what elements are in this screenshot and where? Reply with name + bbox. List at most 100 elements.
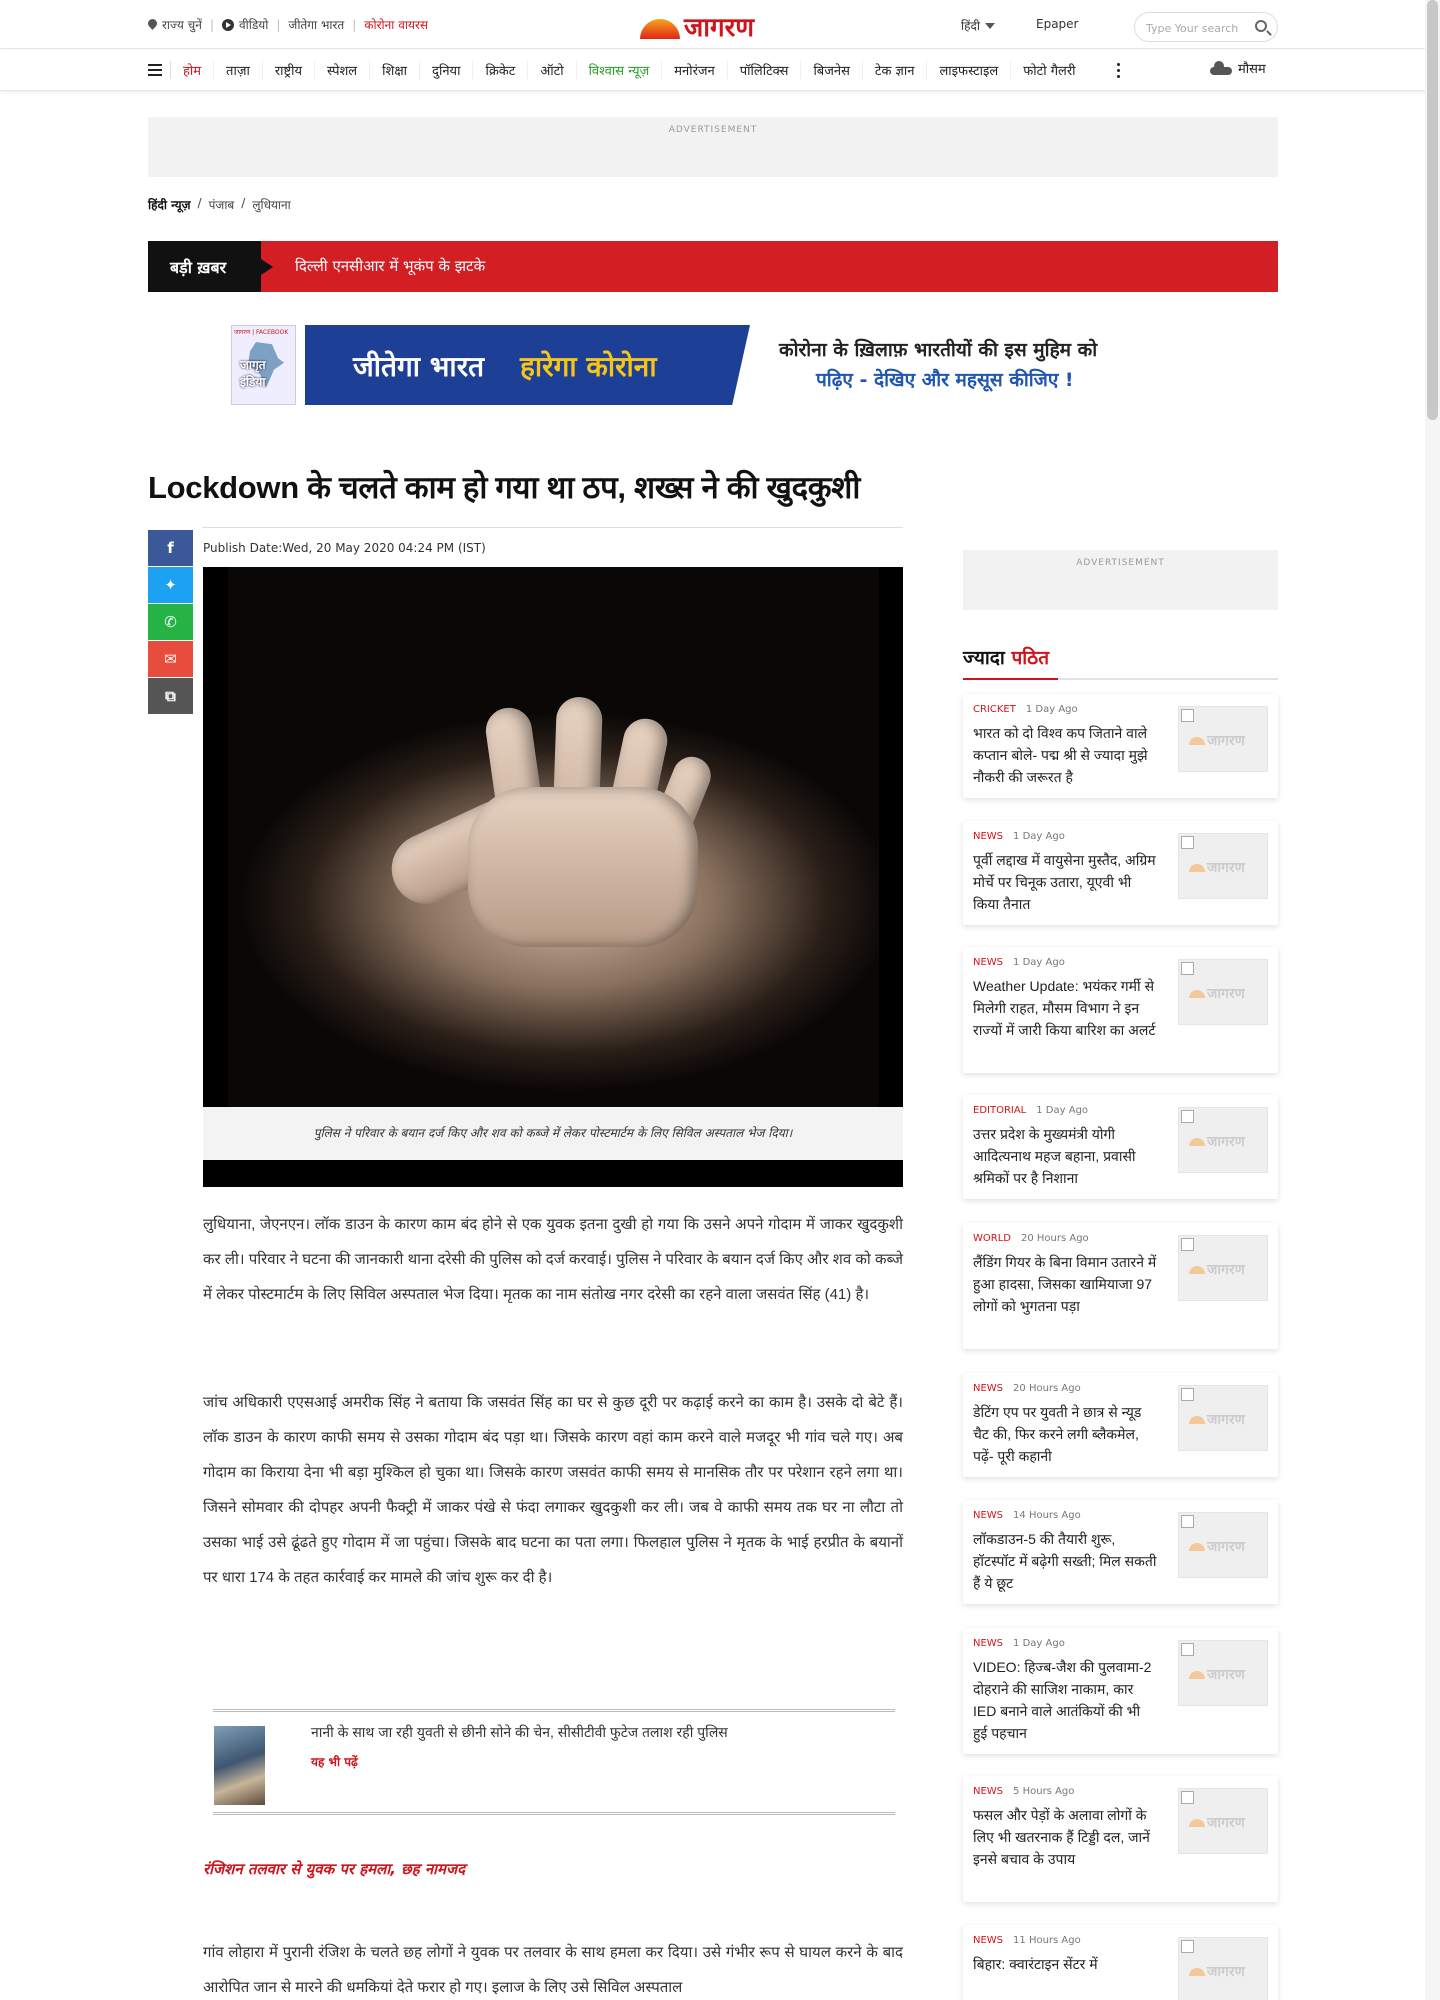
jagran-logo-icon: जागरण bbox=[1189, 858, 1245, 877]
most-read-heading: ज्यादा पठित bbox=[963, 644, 1278, 680]
card-headline[interactable]: उत्तर प्रदेश के मुख्यमंत्री योगी आदित्यन… bbox=[973, 1123, 1158, 1189]
image-placeholder-icon bbox=[1181, 1643, 1194, 1656]
hand-shape bbox=[348, 667, 748, 967]
divider: | bbox=[352, 17, 357, 32]
nav-item-lifestyle[interactable]: लाइफस्टाइल bbox=[926, 61, 1010, 79]
corona-virus-link[interactable]: कोरोना वायरस bbox=[364, 16, 428, 33]
card-headline[interactable]: पूर्वी लद्दाख में वायुसेना मुस्तैद, अग्र… bbox=[973, 849, 1158, 915]
also-read-thumbnail bbox=[214, 1726, 265, 1805]
also-read-box[interactable]: नानी के साथ जा रही युवती से छीनी सोने की… bbox=[213, 1709, 895, 1815]
video-link[interactable]: वीडियो bbox=[221, 16, 268, 33]
card-headline[interactable]: बिहार: क्वारंटाइन सेंटर में bbox=[973, 1953, 1158, 1975]
card-time: 14 Hours Ago bbox=[1013, 1510, 1081, 1521]
caption-bar bbox=[203, 1160, 903, 1187]
nav-item-photo-gallery[interactable]: फोटो गैलरी bbox=[1010, 61, 1087, 79]
nav-item-vishvas-news[interactable]: विश्वास न्यूज़ bbox=[575, 61, 662, 79]
facebook-share-button[interactable]: f bbox=[148, 530, 193, 566]
advertisement-sidebar: ADVERTISEMENT bbox=[963, 550, 1278, 610]
card-meta: NEWS 1 Day Ago bbox=[973, 1638, 1065, 1649]
nav-item-auto[interactable]: ऑटो bbox=[527, 61, 575, 79]
scrollbar[interactable] bbox=[1425, 0, 1440, 2000]
image-placeholder-icon bbox=[1181, 1388, 1194, 1401]
state-select-link[interactable]: राज्य चुनें bbox=[148, 16, 202, 33]
card-headline[interactable]: डेटिंग एप पर युवती ने छात्र से न्यूड चैट… bbox=[973, 1401, 1158, 1467]
jagran-logo-icon: जागरण bbox=[1189, 1132, 1245, 1151]
nav-item-education[interactable]: शिक्षा bbox=[369, 61, 419, 79]
card-time: 11 Hours Ago bbox=[1013, 1935, 1081, 1946]
card-category: WORLD bbox=[973, 1233, 1011, 1244]
breadcrumb-home[interactable]: हिंदी न्यूज़ bbox=[148, 196, 191, 213]
nav-item-national[interactable]: राष्ट्रीय bbox=[261, 61, 314, 79]
image-placeholder-icon bbox=[1181, 1791, 1194, 1804]
most-read-card[interactable]: NEWS 1 Day Ago Weather Update: भयंकर गर्मी… bbox=[963, 947, 1278, 1073]
advertisement-top: ADVERTISEMENT bbox=[148, 117, 1278, 177]
card-category: NEWS bbox=[973, 1638, 1004, 1649]
card-time: 1 Day Ago bbox=[1013, 957, 1065, 968]
jagran-logo-icon: जागरण bbox=[1189, 1260, 1245, 1279]
nav-item-latest[interactable]: ताज़ा bbox=[213, 61, 262, 79]
image-placeholder-icon bbox=[1181, 1940, 1194, 1953]
nav-item-special[interactable]: स्पेशल bbox=[314, 61, 369, 79]
search-icon[interactable] bbox=[1255, 20, 1267, 32]
nav-item-home[interactable]: होम bbox=[170, 61, 213, 79]
most-read-card[interactable]: NEWS 1 Day Ago पूर्वी लद्दाख में वायुसेना … bbox=[963, 821, 1278, 925]
scrollbar-thumb[interactable] bbox=[1427, 0, 1438, 420]
card-headline[interactable]: Weather Update: भयंकर गर्मी से मिलेगी रा… bbox=[973, 975, 1158, 1041]
card-meta: WORLD 20 Hours Ago bbox=[973, 1233, 1089, 1244]
breadcrumb-punjab[interactable]: पंजाब bbox=[209, 196, 235, 213]
most-read-card[interactable]: NEWS 11 Hours Ago बिहार: क्वारंटाइन सेंटर … bbox=[963, 1925, 1278, 2000]
card-headline[interactable]: फसल और पेड़ों के अलावा लोगों के लिए भी ख… bbox=[973, 1804, 1158, 1870]
article-paragraph-3: गांव लोहारा में पुरानी रंजिश के चलते छह … bbox=[203, 1944, 903, 1996]
card-thumbnail: जागरण bbox=[1178, 1937, 1268, 2000]
most-read-card[interactable]: NEWS 20 Hours Ago डेटिंग एप पर युवती ने छा… bbox=[963, 1373, 1278, 1477]
jagran-logo-icon: जागरण bbox=[1189, 1813, 1245, 1832]
card-category: NEWS bbox=[973, 1786, 1004, 1797]
tag-button[interactable]: ⧉ bbox=[148, 678, 193, 714]
nav-item-entertainment[interactable]: मनोरंजन bbox=[661, 61, 727, 79]
also-read-headline[interactable]: नानी के साथ जा रही युवती से छीनी सोने की… bbox=[311, 1723, 728, 1742]
card-headline[interactable]: VIDEO: हिज्ब-जैश की पुलवामा-2 दोहराने की… bbox=[973, 1656, 1158, 1744]
epaper-link[interactable]: Epaper bbox=[1036, 17, 1079, 31]
card-headline[interactable]: लॉकडाउन-5 की तैयारी शुरू, हॉटस्पॉट में ब… bbox=[973, 1528, 1158, 1594]
nav-items: होम ताज़ा राष्ट्रीय स्पेशल शिक्षा दुनिया… bbox=[170, 49, 1088, 91]
hamburger-menu-icon[interactable] bbox=[148, 64, 162, 76]
location-pin-icon bbox=[148, 19, 157, 31]
search-input[interactable]: Type Your search bbox=[1134, 12, 1278, 42]
card-time: 1 Day Ago bbox=[1025, 704, 1078, 715]
weather-link[interactable]: मौसम bbox=[1210, 59, 1266, 77]
nav-item-politics[interactable]: पॉलिटिक्स bbox=[726, 61, 801, 79]
card-thumbnail: जागरण bbox=[1178, 833, 1268, 899]
nav-item-world[interactable]: दुनिया bbox=[419, 61, 472, 79]
breadcrumb-ludhiana[interactable]: लुधियाना bbox=[252, 196, 290, 213]
most-read-card[interactable]: NEWS 5 Hours Ago फसल और पेड़ों के अलावा लो… bbox=[963, 1776, 1278, 1902]
promo-banner[interactable]: जागरण | FACEBOOK जागृत इंडिया जीतेगा भार… bbox=[231, 325, 1211, 405]
twitter-icon: ✦ bbox=[164, 576, 177, 594]
site-logo[interactable]: जागरण bbox=[640, 8, 754, 44]
card-meta: EDITORIAL 1 Day Ago bbox=[973, 1105, 1088, 1116]
nav-item-business[interactable]: बिजनेस bbox=[800, 61, 861, 79]
card-time: 20 Hours Ago bbox=[1020, 1233, 1089, 1244]
nav-item-cricket[interactable]: क्रिकेट bbox=[472, 61, 527, 79]
whatsapp-share-button[interactable]: ✆ bbox=[148, 604, 193, 640]
language-select[interactable]: हिंदी bbox=[961, 17, 995, 34]
jagran-logo-icon: जागरण bbox=[1189, 1665, 1245, 1684]
more-menu-icon[interactable] bbox=[1117, 63, 1121, 79]
card-meta: NEWS 1 Day Ago bbox=[973, 831, 1065, 842]
nav-item-tech[interactable]: टेक ज्ञान bbox=[861, 61, 927, 79]
image-placeholder-icon bbox=[1181, 1238, 1194, 1251]
most-read-card[interactable]: NEWS 1 Day Ago VIDEO: हिज्ब-जैश की पुलवामा… bbox=[963, 1628, 1278, 1754]
card-thumbnail: जागरण bbox=[1178, 1512, 1268, 1578]
twitter-share-button[interactable]: ✦ bbox=[148, 567, 193, 603]
image-caption: पुलिस ने परिवार के बयान दर्ज किए और शव क… bbox=[203, 1107, 903, 1160]
most-read-card[interactable]: EDITORIAL 1 Day Ago उत्तर प्रदेश के मुख्यम… bbox=[963, 1095, 1278, 1199]
email-share-button[interactable]: ✉ bbox=[148, 641, 193, 677]
card-thumbnail: जागरण bbox=[1178, 1385, 1268, 1451]
breaking-news-headline[interactable]: दिल्ली एनसीआर में भूकंप के झटके bbox=[295, 256, 485, 276]
sun-logo-icon bbox=[640, 19, 680, 39]
card-headline[interactable]: भारत को दो विश्व कप जिताने वाले कप्तान ब… bbox=[973, 722, 1158, 788]
jeetega-bharat-link[interactable]: जीतेगा भारत bbox=[288, 16, 344, 33]
most-read-card[interactable]: NEWS 14 Hours Ago लॉकडाउन-5 की तैयारी शुरू… bbox=[963, 1500, 1278, 1604]
most-read-card[interactable]: WORLD 20 Hours Ago लैंडिंग गियर के बिना वि… bbox=[963, 1223, 1278, 1349]
most-read-card[interactable]: CRICKET 1 Day Ago भारत को दो विश्व कप जिता… bbox=[963, 694, 1278, 798]
card-headline[interactable]: लैंडिंग गियर के बिना विमान उतारने में हु… bbox=[973, 1251, 1158, 1317]
